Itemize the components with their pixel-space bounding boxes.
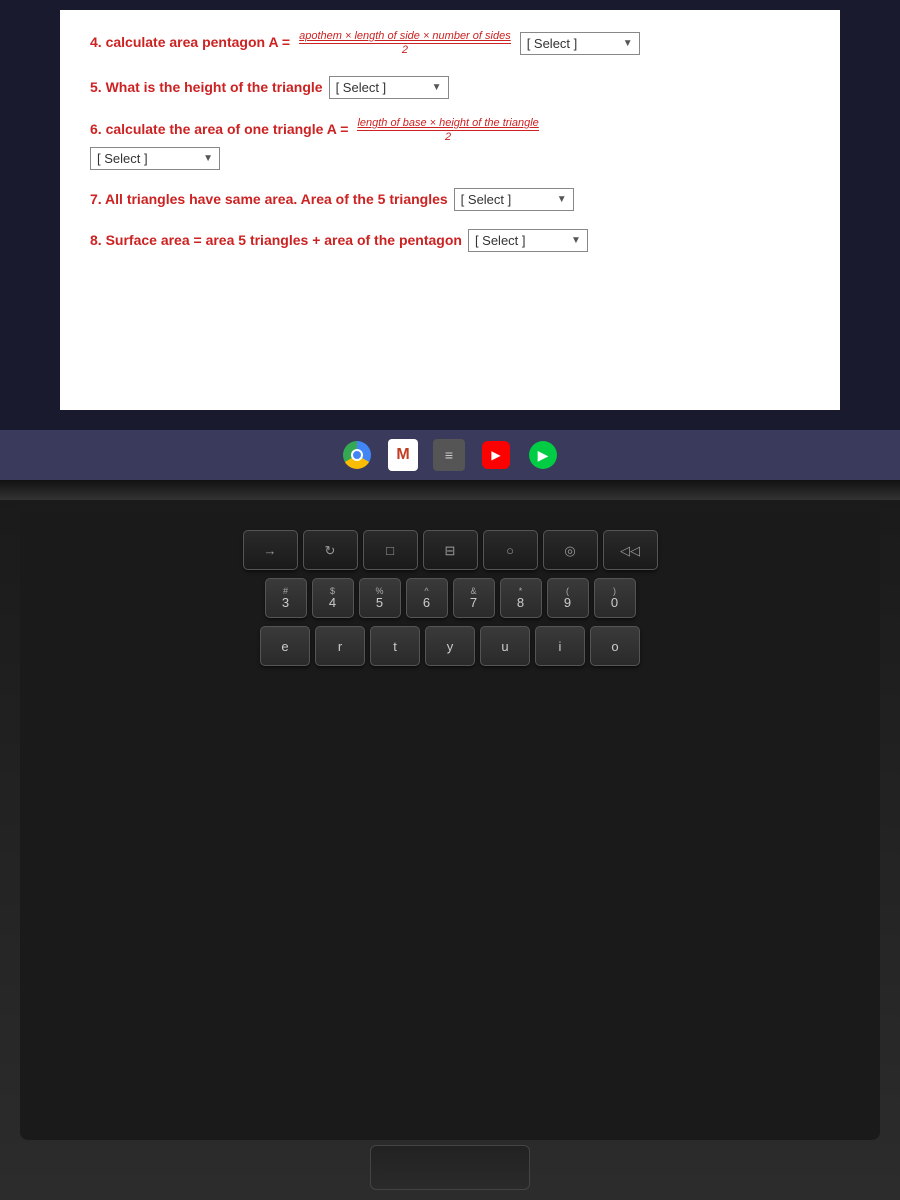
q6-line2: [ Select ] ▼ [90,147,810,170]
q4-label: 4. calculate area pentagon A = [90,33,290,53]
function-key-row: → ↻ □ ⊟ ○ ◎ ◁◁ [30,530,870,570]
key-9[interactable]: ( 9 [547,578,589,618]
question-7-row: 7. All triangles have same area. Area of… [90,188,810,211]
files-icon[interactable]: ≡ [433,439,465,471]
play-icon[interactable]: ▶ [527,439,559,471]
key-u[interactable]: u [480,626,530,666]
key-8[interactable]: * 8 [500,578,542,618]
q4-formula-numerator: apothem × length of side × number of sid… [299,30,511,44]
q8-select[interactable]: [ Select ] ▼ [468,229,588,252]
q7-dropdown-arrow: ▼ [557,194,567,205]
question-8-row: 8. Surface area = area 5 triangles + are… [90,229,810,252]
key-window[interactable]: □ [363,530,418,570]
q6-select[interactable]: [ Select ] ▼ [90,147,220,170]
chrome-icon[interactable] [341,439,373,471]
key-multiwindow[interactable]: ⊟ [423,530,478,570]
q8-label: 8. Surface area = area 5 triangles + are… [90,231,462,251]
key-back[interactable]: → [243,530,298,570]
q7-label: 7. All triangles have same area. Area of… [90,190,448,210]
q4-select[interactable]: [ Select ] ▼ [520,32,640,55]
trackpad[interactable] [370,1145,530,1190]
key-brightness-up[interactable]: ◎ [543,530,598,570]
q4-formula: apothem × length of side × number of sid… [299,30,511,56]
key-media-back[interactable]: ◁◁ [603,530,658,570]
q6-label: 6. calculate the area of one triangle A … [90,120,348,140]
q6-formula-denominator: 2 [445,131,451,143]
key-e[interactable]: e [260,626,310,666]
q4-formula-denominator: 2 [402,44,408,56]
key-6[interactable]: ^ 6 [406,578,448,618]
laptop-body: → ↻ □ ⊟ ○ ◎ ◁◁ # 3 [0,480,900,1200]
q8-dropdown-arrow: ▼ [571,235,581,246]
keyboard-area: → ↻ □ ⊟ ○ ◎ ◁◁ # 3 [20,510,880,1140]
key-3[interactable]: # 3 [265,578,307,618]
key-o[interactable]: o [590,626,640,666]
question-6-section: 6. calculate the area of one triangle A … [90,117,810,170]
youtube-play-button: ▶ [482,441,510,469]
q6-line1: 6. calculate the area of one triangle A … [90,117,810,143]
key-refresh[interactable]: ↻ [303,530,358,570]
q6-dropdown-arrow: ▼ [203,153,213,164]
key-brightness-down[interactable]: ○ [483,530,538,570]
number-key-row: # 3 $ 4 % 5 ^ 6 & 7 * 8 [30,578,870,618]
q5-dropdown-arrow: ▼ [432,82,442,93]
key-0[interactable]: ) 0 [594,578,636,618]
key-7[interactable]: & 7 [453,578,495,618]
q6-formula: length of base × height of the triangle … [357,117,538,143]
q7-select[interactable]: [ Select ] ▼ [454,188,574,211]
youtube-icon[interactable]: ▶ [480,439,512,471]
laptop-hinge [0,480,900,500]
key-r[interactable]: r [315,626,365,666]
gmail-icon[interactable]: M [388,439,418,471]
q4-dropdown-arrow: ▼ [623,38,633,49]
content-area: 4. calculate area pentagon A = apothem ×… [60,10,840,410]
green-play-button: ▶ [529,441,557,469]
key-y[interactable]: y [425,626,475,666]
q5-select[interactable]: [ Select ] ▼ [329,76,449,99]
taskbar: M ≡ ▶ ▶ [0,430,900,480]
key-t[interactable]: t [370,626,420,666]
question-4-row: 4. calculate area pentagon A = apothem ×… [90,30,810,56]
key-4[interactable]: $ 4 [312,578,354,618]
q5-label: 5. What is the height of the triangle [90,78,323,98]
question-5-row: 5. What is the height of the triangle [ … [90,76,810,99]
laptop-screen: 4. calculate area pentagon A = apothem ×… [0,0,900,480]
qwerty-key-row: e r t y u i o [30,626,870,666]
key-i[interactable]: i [535,626,585,666]
q6-formula-numerator: length of base × height of the triangle [357,117,538,131]
key-5[interactable]: % 5 [359,578,401,618]
